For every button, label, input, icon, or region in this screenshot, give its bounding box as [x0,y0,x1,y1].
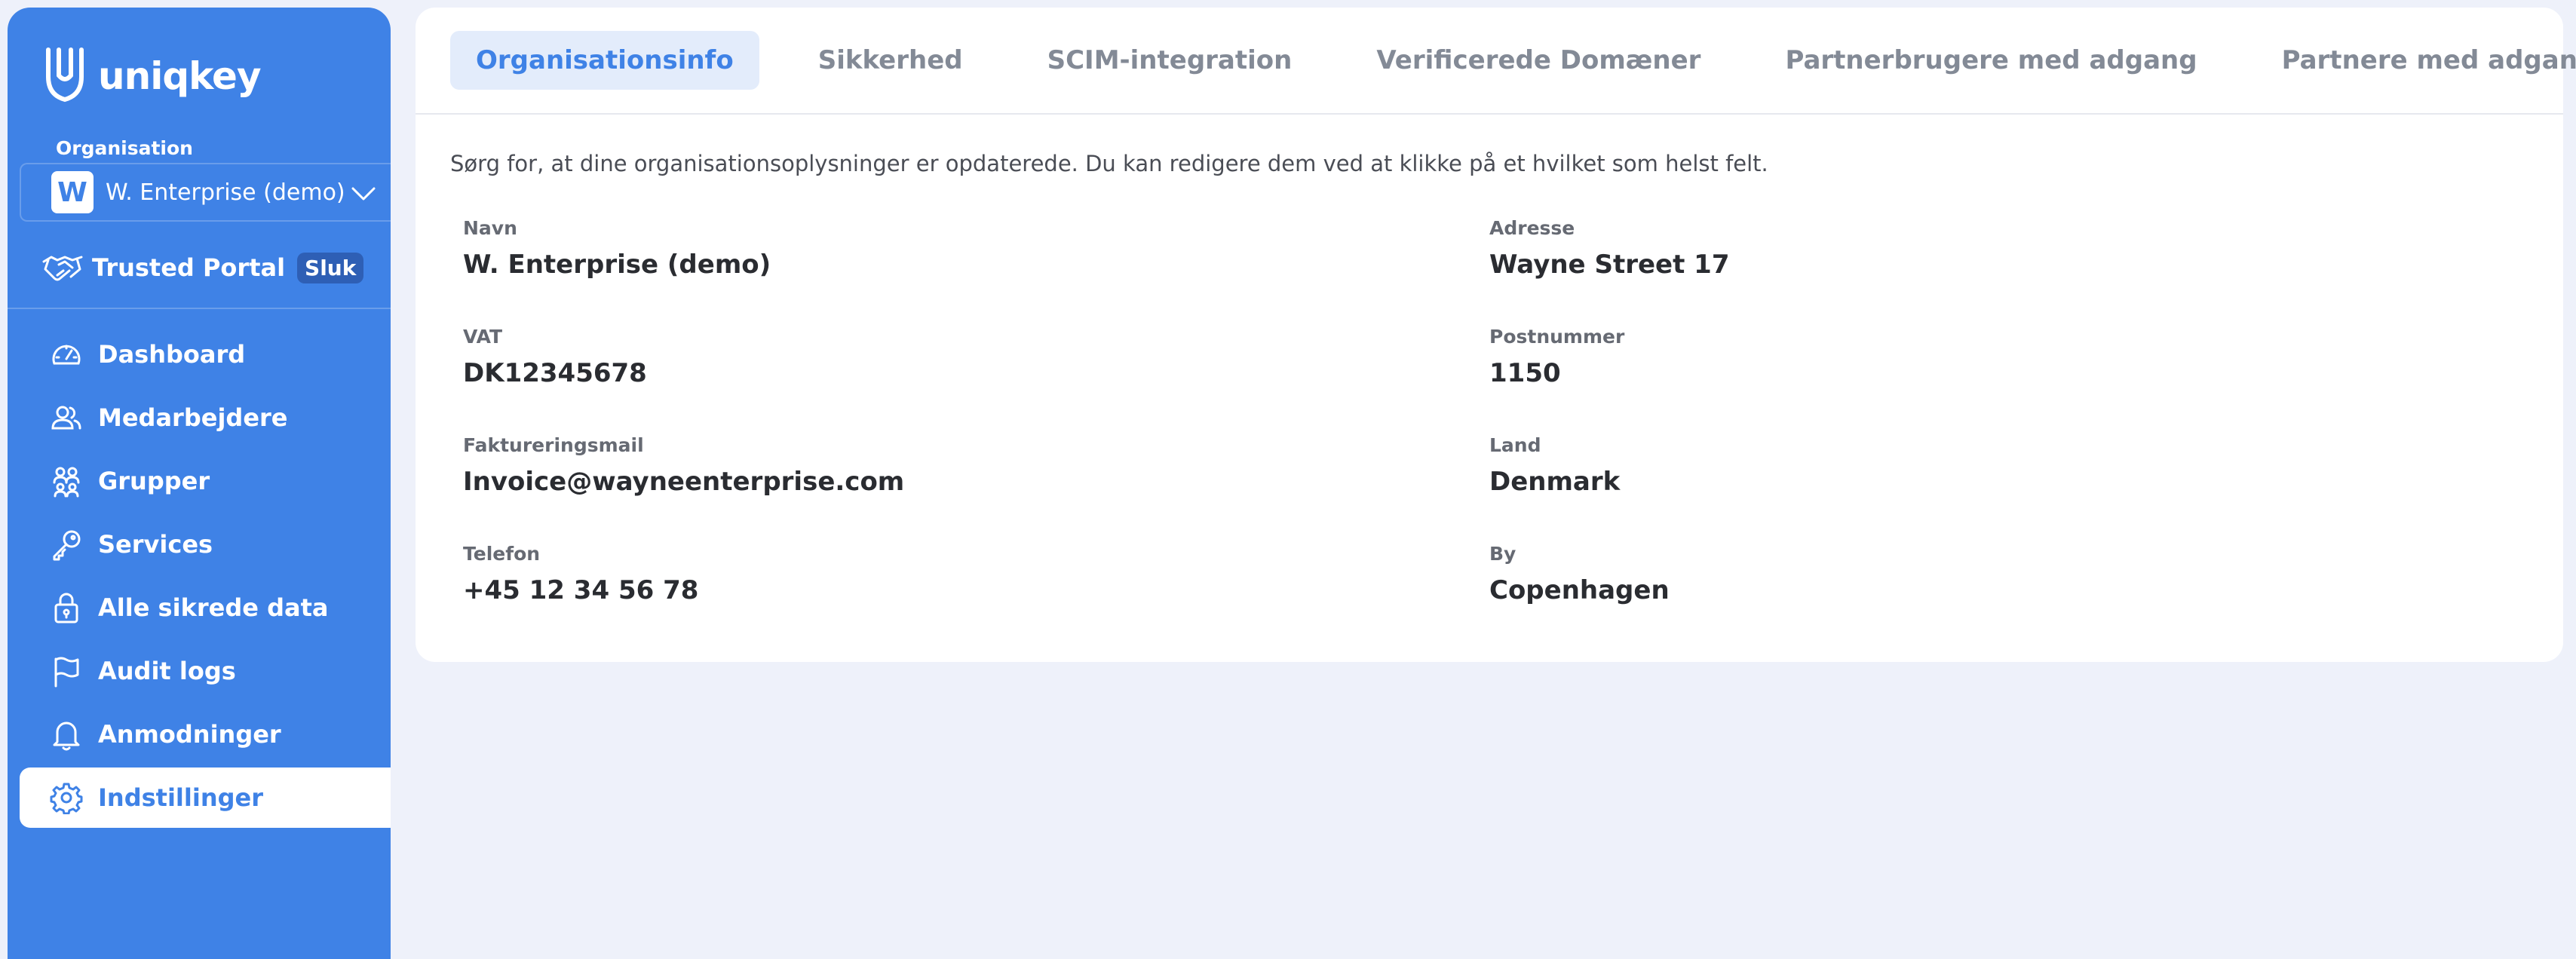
sidebar-item-medarbejdere[interactable]: Medarbejdere [20,388,391,448]
field-telefon: Telefon +45 12 34 56 78 [463,543,698,605]
bell-icon [53,722,80,751]
group-icon [53,467,80,498]
lock-icon [54,593,78,624]
chevron-down-icon [351,187,376,201]
by-value[interactable]: Copenhagen [1489,575,1670,605]
postnummer-value[interactable]: 1150 [1489,358,1624,388]
gauge-icon [52,345,81,365]
field-postnummer: Postnummer 1150 [1489,326,1624,388]
sidebar-item-alle-sikrede-data[interactable]: Alle sikrede data [20,578,391,638]
navn-value[interactable]: W. Enterprise (demo) [463,250,771,280]
sidebar-item-label: Anmodninger [98,720,281,749]
sidebar-item-label: Audit logs [98,657,236,685]
tab-partnere-med-adgang[interactable]: Partnere med adgang [2256,31,2576,90]
sidebar: uniqkey Organisation W W. Enterprise (de… [8,8,391,959]
organisation-name: W. Enterprise (demo) [106,179,345,206]
sidebar-item-grupper[interactable]: Grupper [20,451,391,511]
sidebar-item-label: Grupper [98,467,210,495]
field-adresse: Adresse Wayne Street 17 [1489,217,1729,280]
sidebar-item-anmodninger[interactable]: Anmodninger [20,704,391,764]
uniqkey-logo[interactable]: uniqkey [42,42,262,110]
trusted-portal-item[interactable]: Trusted Portal Sluk [42,245,364,290]
faktureringsmail-value[interactable]: Invoice@wayneenterprise.com [463,467,904,497]
vat-value[interactable]: DK12345678 [463,358,647,388]
tab-sikkerhed[interactable]: Sikkerhed [793,31,989,90]
tab-verificerede-domaener[interactable]: Verificerede Domæner [1351,31,1726,90]
sidebar-item-audit-logs[interactable]: Audit logs [20,641,391,701]
organisation-info-card: Organisationsinfo Sikkerhed SCIM-integra… [416,8,2576,662]
field-label: By [1489,543,1516,565]
users-icon [51,406,81,430]
field-label: Postnummer [1489,326,1625,348]
adresse-value[interactable]: Wayne Street 17 [1489,250,1729,280]
sidebar-item-dashboard[interactable]: Dashboard [20,324,391,385]
sidebar-item-indstillinger[interactable]: Indstillinger [20,768,391,828]
flag-icon [54,657,79,688]
field-vat: VAT DK12345678 [463,326,647,388]
field-label: Adresse [1489,217,1575,239]
sidebar-item-label: Dashboard [98,340,246,369]
organisation-selector[interactable]: W W. Enterprise (demo) [20,163,391,222]
field-by: By Copenhagen [1489,543,1670,605]
sidebar-item-label: Indstillinger [98,783,263,812]
tab-scim-integration[interactable]: SCIM-integration [1022,31,1318,90]
field-navn: Navn W. Enterprise (demo) [463,217,771,280]
sidebar-divider [8,308,391,309]
organisation-label: Organisation [56,137,193,159]
field-faktureringsmail: Faktureringsmail Invoice@wayneenterprise… [463,434,904,497]
brand-name: uniqkey [98,54,262,98]
sidebar-item-label: Services [98,530,213,559]
sidebar-nav: Dashboard Medarbejdere Grupper Services … [8,324,391,831]
field-label: VAT [463,326,503,348]
land-value[interactable]: Denmark [1489,467,1620,497]
trusted-portal-label: Trusted Portal [92,253,286,282]
sidebar-item-label: Medarbejdere [98,403,288,432]
tab-partnerbrugere-med-adgang[interactable]: Partnerbrugere med adgang [1759,31,2222,90]
sidebar-item-label: Alle sikrede data [98,593,329,622]
field-label: Telefon [463,543,541,565]
field-label: Land [1489,434,1541,456]
tab-organisationsinfo[interactable]: Organisationsinfo [450,31,759,90]
uniqkey-logo-icon [46,47,84,103]
sidebar-item-services[interactable]: Services [20,514,391,574]
key-icon [53,530,81,561]
intro-text: Sørg for, at dine organisationsoplysning… [450,151,1768,176]
trusted-portal-toggle[interactable]: Sluk [297,252,364,283]
settings-tabs: Organisationsinfo Sikkerhed SCIM-integra… [416,8,2576,115]
field-label: Faktureringsmail [463,434,644,456]
organisation-avatar: W [51,171,94,213]
handshake-icon [42,256,83,281]
telefon-value[interactable]: +45 12 34 56 78 [463,575,698,605]
gear-icon [50,783,83,814]
field-label: Navn [463,217,517,239]
field-land: Land Denmark [1489,434,1620,497]
